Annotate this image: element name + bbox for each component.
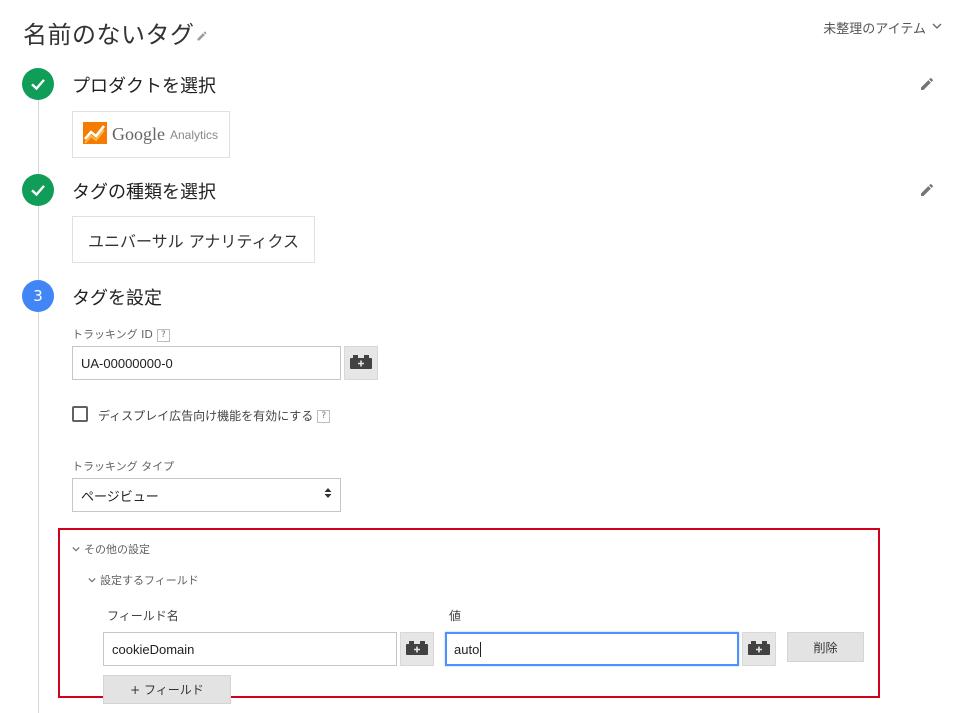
chevron-down-icon (932, 20, 942, 35)
google-analytics-logo-icon (83, 121, 107, 148)
more-settings-toggle[interactable]: その他の設定 (72, 541, 150, 557)
page-title: 名前のないタグ (23, 21, 195, 49)
display-features-label: ディスプレイ広告向け機能を有効にする (98, 409, 314, 423)
display-features-checkbox[interactable] (72, 406, 88, 422)
field-name-header: フィールド名 (107, 609, 179, 623)
add-field-button[interactable]: + フィールド (103, 675, 231, 704)
edit-product-pencil-icon[interactable] (919, 76, 935, 96)
highlight-box (58, 528, 880, 698)
text-cursor (480, 641, 482, 657)
fields-to-set-toggle[interactable]: 設定するフィールド (88, 572, 199, 588)
chevron-down-icon (72, 543, 80, 556)
product-sub: Analytics (170, 127, 219, 142)
tracking-id-input[interactable]: UA-00000000-0 (72, 346, 341, 380)
field-name-input[interactable]: cookieDomain (103, 632, 397, 666)
variable-block-icon (748, 640, 770, 659)
tracking-type-value: ページビュー (81, 489, 159, 505)
field-value-text: auto (454, 641, 480, 657)
display-features-label-row: ディスプレイ広告向け機能を有効にする? (98, 407, 331, 424)
variable-block-icon (350, 354, 372, 373)
variable-picker-button[interactable] (742, 632, 776, 666)
edit-title-pencil-icon[interactable] (196, 27, 208, 46)
product-brand: Google (112, 124, 165, 144)
edit-tag-type-pencil-icon[interactable] (919, 182, 935, 202)
help-icon[interactable]: ? (156, 328, 170, 342)
step-2-title: タグの種類を選択 (72, 182, 216, 203)
uncategorized-items-dropdown[interactable]: 未整理のアイテム (823, 18, 942, 37)
select-arrows-icon (324, 487, 332, 503)
uncategorized-label: 未整理のアイテム (823, 22, 926, 37)
tracking-id-label-row: トラッキング ID? (72, 326, 170, 342)
step-2-check-icon (22, 174, 54, 206)
delete-field-button[interactable]: 削除 (787, 632, 864, 662)
variable-block-icon (406, 640, 428, 659)
step-1-title: プロダクトを選択 (72, 76, 216, 97)
step-3-title: タグを設定 (72, 288, 162, 309)
step-3-number: 3 (22, 280, 54, 312)
tag-type-card[interactable]: ユニバーサル アナリティクス (72, 216, 315, 263)
value-header: 値 (449, 609, 462, 623)
tracking-id-label: トラッキング ID (72, 328, 153, 341)
fields-to-set-label: 設定するフィールド (100, 574, 199, 587)
variable-picker-button[interactable] (400, 632, 434, 666)
field-value-input[interactable]: auto (445, 632, 739, 666)
tracking-type-label: トラッキング タイプ (72, 460, 175, 473)
variable-picker-button[interactable] (344, 346, 378, 380)
chevron-down-icon (88, 574, 96, 587)
tracking-type-select[interactable]: ページビュー (72, 478, 341, 512)
step-1-check-icon (22, 68, 54, 100)
help-icon[interactable]: ? (317, 410, 331, 423)
more-settings-label: その他の設定 (84, 543, 150, 556)
product-card-google-analytics[interactable]: Google Analytics (72, 111, 230, 158)
